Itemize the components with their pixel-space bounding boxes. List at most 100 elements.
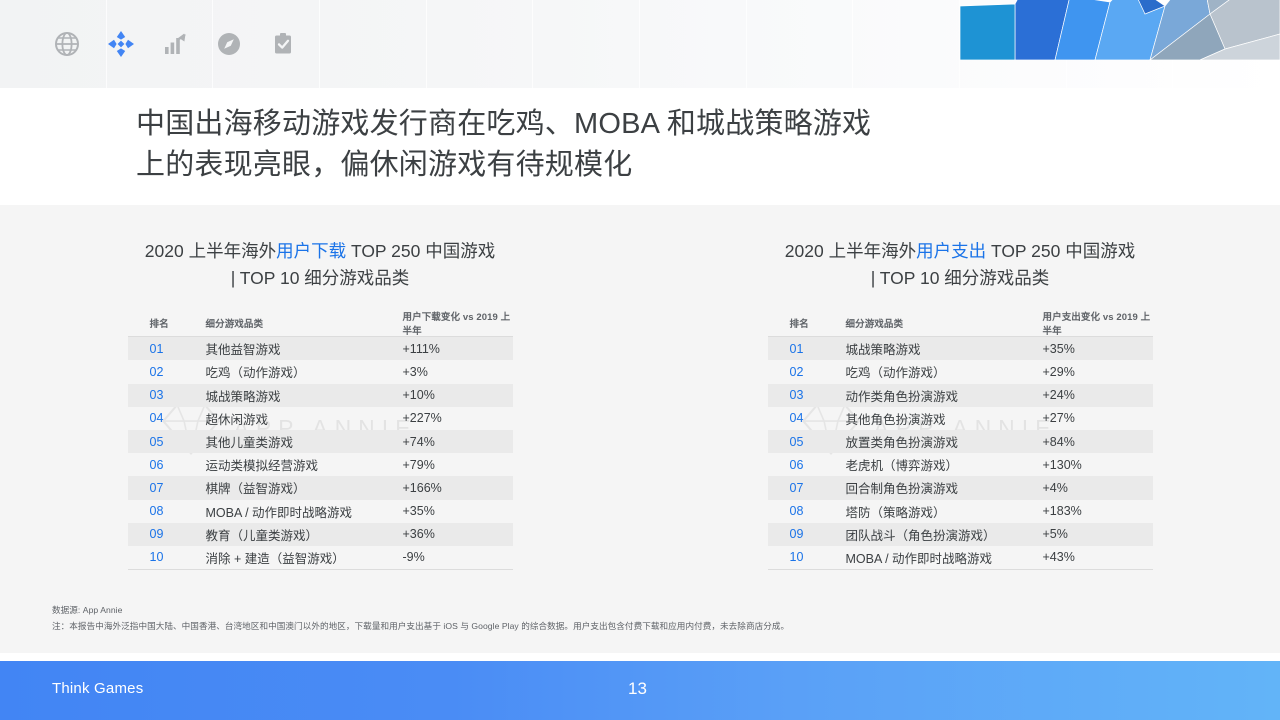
table-header-row: 排名 细分游戏品类 用户下载变化 vs 2019 上半年 xyxy=(127,309,513,338)
app-annie-wordmark: APP ANNIE xyxy=(1164,37,1242,51)
cell-rank: 05 xyxy=(149,434,164,449)
cell-rank: 07 xyxy=(149,480,164,495)
cell-change: -9% xyxy=(402,550,425,565)
table-bottom-rule xyxy=(127,569,513,571)
cell-rank: 08 xyxy=(789,504,804,519)
column-header-change: 用户支出变化 vs 2019 上半年 xyxy=(1042,311,1151,337)
table-row: 09 团队战斗（角色扮演游戏） +5% xyxy=(767,522,1153,546)
table-row: 05 放置类角色扮演游戏 +84% xyxy=(767,429,1153,454)
cell-change: +3% xyxy=(402,364,428,379)
table-title-revenue: 2020 上半年海外用户支出 TOP 250 中国游戏 | TOP 10 细分游… xyxy=(768,238,1153,291)
google-logo-letter: G xyxy=(1020,28,1040,59)
table-row: 07 棋牌（益智游戏） +166% xyxy=(127,476,513,500)
cell-category: 吃鸡（动作游戏） xyxy=(845,366,946,381)
table-row: 10 MOBA / 动作即时战略游戏 +43% xyxy=(768,546,1153,569)
footnotes: 数据源: App Annie 注：本报告中海外泛指中国大陆、中国香港、台湾地区和… xyxy=(52,603,789,635)
table-title-highlight: 用户支出 xyxy=(916,241,987,261)
cell-category: 棋牌（益智游戏） xyxy=(205,482,306,497)
table-row: 01 其他益智游戏 +111% xyxy=(127,337,513,361)
cell-category: 超休闲游戏 xyxy=(205,412,269,427)
table-title-downloads: 2020 上半年海外用户下载 TOP 250 中国游戏 | TOP 10 细分游… xyxy=(128,238,513,291)
cell-change: +36% xyxy=(402,527,435,542)
table-header-row: 排名 细分游戏品类 用户支出变化 vs 2019 上半年 xyxy=(767,309,1153,338)
cell-change: +27% xyxy=(1042,411,1075,426)
cell-rank: 07 xyxy=(789,480,804,495)
cell-category: 放置类角色扮演游戏 xyxy=(845,436,959,451)
cell-category: 教育（儿童类游戏） xyxy=(205,528,319,543)
footer-brand-label: Think Games xyxy=(52,680,144,697)
globe-icon[interactable] xyxy=(52,29,82,59)
cell-change: +35% xyxy=(1042,341,1075,356)
four-arrows-move-icon[interactable] xyxy=(106,29,136,59)
clipboard-check-icon[interactable] xyxy=(268,29,298,59)
google-logo-letter: g xyxy=(1065,28,1079,59)
google-logo-letter: o xyxy=(1052,28,1066,59)
table-title-prefix: 2020 上半年海外 xyxy=(784,241,917,261)
table-row: 08 MOBA / 动作即时战略游戏 +35% xyxy=(128,500,513,523)
logo-divider xyxy=(1112,29,1114,59)
page-title-line-2: 上的表现亮眼，偏休闲游戏有待规模化 xyxy=(136,149,633,182)
table-title-suffix: TOP 250 中国游戏 xyxy=(346,241,496,261)
logo-group: G o o g l e APP ANNIE xyxy=(1020,0,1242,88)
google-logo-letter: o xyxy=(1039,28,1053,59)
top-icon-bar: G o o g l e APP ANNIE xyxy=(0,0,1280,88)
table-revenue: APP ANNIE 排名 细分游戏品类 用户支出变化 vs 2019 上半年 0… xyxy=(767,309,1153,571)
table-row: 09 教育（儿童类游戏） +36% xyxy=(127,522,513,546)
cell-rank: 06 xyxy=(149,457,164,472)
cell-rank: 02 xyxy=(149,364,164,379)
cell-rank: 04 xyxy=(789,411,804,426)
cell-category: 吃鸡（动作游戏） xyxy=(205,366,306,381)
page-title: 中国出海移动游戏发行商在吃鸡、MOBA 和城战策略游戏 上的表现亮眼，偏休闲游戏… xyxy=(136,104,1056,186)
column-header-category: 细分游戏品类 xyxy=(845,318,904,330)
cell-change: +111% xyxy=(402,341,440,356)
table-downloads: APP ANNIE 排名 细分游戏品类 用户下载变化 vs 2019 上半年 0… xyxy=(127,309,513,571)
cell-rank: 04 xyxy=(149,411,164,426)
methodology-note: 注：本报告中海外泛指中国大陆、中国香港、台湾地区和中国澳门以外的地区，下载量和用… xyxy=(52,620,790,631)
cell-rank: 09 xyxy=(789,527,804,542)
cell-change: +10% xyxy=(402,388,435,403)
column-revenue: 2020 上半年海外用户支出 TOP 250 中国游戏 | TOP 10 细分游… xyxy=(640,205,1280,571)
cell-change: +4% xyxy=(1042,480,1068,495)
cell-change: +79% xyxy=(402,457,435,472)
table-row: 10 消除 + 建造（益智游戏） -9% xyxy=(128,546,513,569)
cell-change: +183% xyxy=(1042,504,1082,519)
cell-category: 动作类角色扮演游戏 xyxy=(845,389,959,404)
table-row: 06 运动类模拟经营游戏 +79% xyxy=(128,453,513,476)
cell-category: 城战策略游戏 xyxy=(205,389,281,404)
compass-icon[interactable] xyxy=(214,29,244,59)
table-title-highlight: 用户下载 xyxy=(276,241,347,261)
cell-rank: 08 xyxy=(149,504,164,519)
cell-category: 其他角色扮演游戏 xyxy=(845,412,946,427)
column-header-category: 细分游戏品类 xyxy=(205,318,264,330)
table-columns: 2020 上半年海外用户下载 TOP 250 中国游戏 | TOP 10 细分游… xyxy=(0,205,1280,571)
page-title-line-1: 中国出海移动游戏发行商在吃鸡、MOBA 和城战策略游戏 xyxy=(136,108,872,140)
cell-rank: 03 xyxy=(789,388,804,403)
table-row: 02 吃鸡（动作游戏） +3% xyxy=(128,360,513,383)
table-row: 01 城战策略游戏 +35% xyxy=(767,337,1153,361)
cell-rank: 02 xyxy=(789,364,804,379)
content-panel: 2020 上半年海外用户下载 TOP 250 中国游戏 | TOP 10 细分游… xyxy=(0,205,1280,653)
table-title-line-2: | TOP 10 细分游戏品类 xyxy=(870,267,1050,288)
cell-rank: 01 xyxy=(789,341,804,356)
cell-rank: 10 xyxy=(789,550,804,565)
cell-change: +166% xyxy=(402,480,442,495)
table-row: 03 动作类角色扮演游戏 +24% xyxy=(767,383,1153,407)
page-number: 13 xyxy=(628,679,647,698)
table-row: 08 塔防（策略游戏） +183% xyxy=(768,500,1153,523)
cell-rank: 03 xyxy=(149,388,164,403)
cell-category: 团队战斗（角色扮演游戏） xyxy=(845,528,996,543)
google-logo-letter: e xyxy=(1085,28,1097,59)
cell-change: +5% xyxy=(1042,527,1068,542)
cell-rank: 06 xyxy=(789,457,804,472)
table-row: 05 其他儿童类游戏 +74% xyxy=(127,429,513,454)
app-annie-logo: APP ANNIE xyxy=(1130,29,1242,60)
table-row: 04 超休闲游戏 +227% xyxy=(128,407,513,430)
bar-chart-up-icon[interactable] xyxy=(160,29,190,59)
cell-change: +35% xyxy=(402,504,435,519)
cell-change: +43% xyxy=(1042,550,1075,565)
cell-change: +74% xyxy=(402,434,435,449)
cell-category: 城战策略游戏 xyxy=(845,343,921,358)
table-title-prefix: 2020 上半年海外 xyxy=(144,241,277,261)
cell-rank: 05 xyxy=(789,434,804,449)
column-header-rank: 排名 xyxy=(149,318,169,330)
